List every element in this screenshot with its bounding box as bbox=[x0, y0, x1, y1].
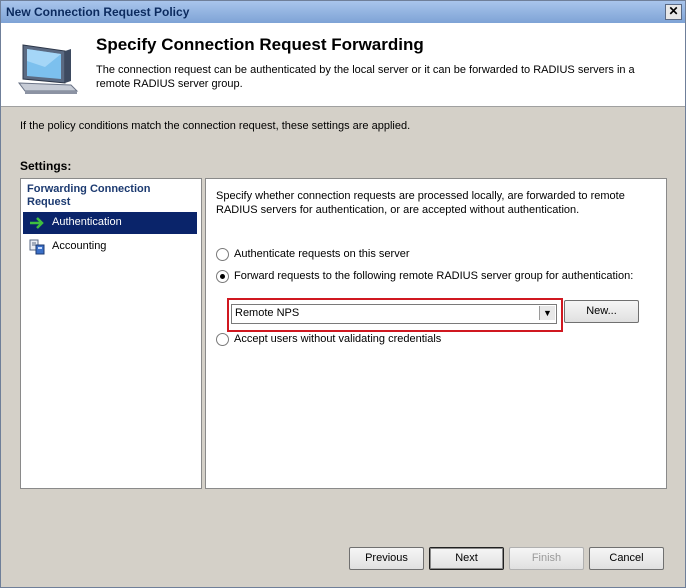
radio-label: Accept users without validating credenti… bbox=[234, 333, 442, 345]
radio-label: Forward requests to the following remote… bbox=[234, 270, 634, 282]
server-group-dropdown[interactable]: Remote NPS ▼ bbox=[231, 304, 557, 324]
wizard-header: Specify Connection Request Forwarding Th… bbox=[1, 23, 685, 107]
settings-sidebar: Forwarding Connection Request Authentica… bbox=[20, 178, 202, 489]
settings-content: Specify whether connection requests are … bbox=[205, 178, 667, 489]
sidebar-heading: Forwarding Connection Request bbox=[27, 183, 151, 208]
window-title: New Connection Request Policy bbox=[6, 5, 190, 19]
radio-button[interactable] bbox=[216, 248, 229, 261]
page-title: Specify Connection Request Forwarding bbox=[96, 35, 424, 54]
dropdown-value: Remote NPS bbox=[235, 307, 300, 319]
content-description: Specify whether connection requests are … bbox=[216, 190, 625, 216]
radio-label: Authenticate requests on this server bbox=[234, 248, 410, 260]
settings-label: Settings: bbox=[20, 159, 72, 173]
new-server-group-button[interactable]: New... bbox=[564, 300, 639, 323]
title-bar[interactable]: New Connection Request Policy ✕ bbox=[1, 1, 685, 23]
sidebar-item-label: Accounting bbox=[52, 240, 107, 252]
previous-button[interactable]: Previous bbox=[349, 547, 424, 570]
chevron-down-icon[interactable]: ▼ bbox=[539, 306, 555, 320]
next-button[interactable]: Next bbox=[429, 547, 504, 570]
computer-monitor-icon bbox=[15, 39, 81, 97]
radio-button[interactable] bbox=[216, 270, 229, 283]
page-description: The connection request can be authentica… bbox=[96, 64, 635, 90]
sidebar-item-accounting[interactable]: Accounting bbox=[23, 236, 197, 258]
radio-button[interactable] bbox=[216, 333, 229, 346]
green-arrow-icon bbox=[29, 215, 45, 231]
info-text: If the policy conditions match the conne… bbox=[20, 120, 411, 132]
cancel-button[interactable]: Cancel bbox=[589, 547, 664, 570]
sidebar-item-label: Authentication bbox=[52, 216, 122, 228]
accounting-icon bbox=[29, 239, 45, 255]
finish-button[interactable]: Finish bbox=[509, 547, 584, 570]
dialog-window: New Connection Request Policy ✕ Specify … bbox=[0, 0, 686, 588]
sidebar-item-authentication[interactable]: Authentication bbox=[23, 212, 197, 234]
radio-selected-dot bbox=[220, 274, 225, 279]
close-button[interactable]: ✕ bbox=[665, 4, 682, 20]
